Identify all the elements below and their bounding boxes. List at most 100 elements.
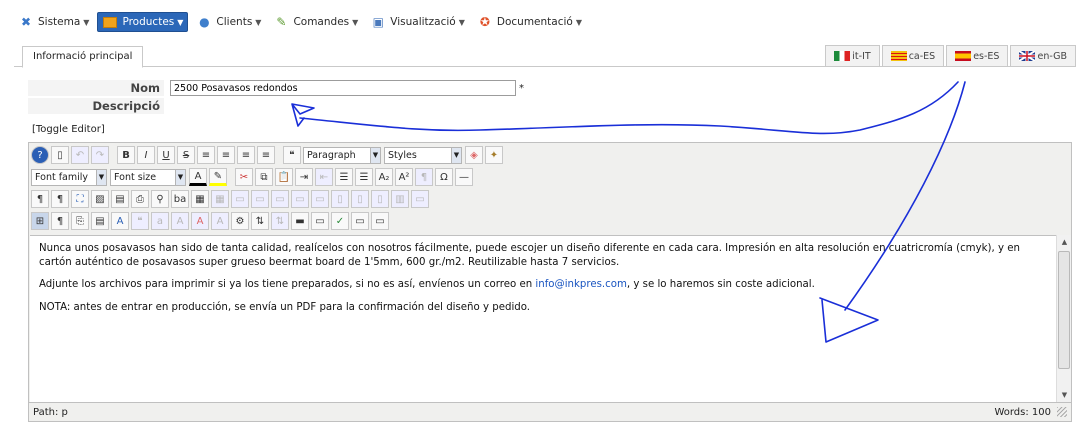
special-format-icon[interactable]: ¶ — [415, 168, 433, 186]
align-justify-icon[interactable]: ≡ — [257, 146, 275, 164]
editor-content[interactable]: Nunca unos posavasos han sido de tanta c… — [30, 235, 1056, 402]
merge-cells-icon[interactable]: ▭ — [411, 190, 429, 208]
toolbar-row-4: ⊞ ¶ ⎘ ▤ A ❝ a A A A ⚙ ⇅ ⇅ ▬ ▭ ✓ ▭ ▭ — [31, 211, 391, 231]
menu-clients[interactable]: ● Clients ▼ — [192, 13, 265, 31]
lifebuoy-icon: ✪ — [479, 15, 490, 29]
tab-lang-es[interactable]: es-ES — [946, 45, 1009, 67]
scroll-up-icon[interactable]: ▲ — [1057, 235, 1072, 249]
indent-icon[interactable]: ⇥ — [295, 168, 313, 186]
font-size-select[interactable]: Font size ▼ — [110, 168, 186, 186]
show-blocks-icon[interactable]: ¶ — [51, 212, 69, 230]
template-icon[interactable]: ▤ — [111, 190, 129, 208]
undo-icon[interactable]: ↶ — [71, 146, 89, 164]
styles-select[interactable]: Styles ▼ — [384, 146, 462, 164]
insert-table-icon[interactable]: ▦ — [191, 190, 209, 208]
attribs-icon[interactable]: ⚙ — [231, 212, 249, 230]
menu-visualitzacio[interactable]: ▣ Visualització ▼ — [366, 13, 469, 31]
align-left-icon[interactable]: ≡ — [197, 146, 215, 164]
ins-icon[interactable]: A — [211, 212, 229, 230]
acronym-icon[interactable]: A — [171, 212, 189, 230]
menu-comandes[interactable]: ✎ Comandes ▼ — [269, 13, 362, 31]
row-before-icon[interactable]: ▭ — [271, 190, 289, 208]
folder-icon — [102, 15, 118, 29]
help-icon[interactable]: ? — [31, 146, 49, 164]
tab-lang-it[interactable]: it-IT — [825, 45, 880, 67]
toggle-editor-link[interactable]: [Toggle Editor] — [32, 124, 105, 135]
move-forward-icon[interactable]: ⇅ — [251, 212, 269, 230]
format-select[interactable]: Paragraph ▼ — [303, 146, 381, 164]
tab-lang-ca[interactable]: ca-ES — [881, 45, 945, 67]
highlight-color-icon[interactable]: ✎ — [209, 168, 227, 186]
email-link[interactable]: info@inkpres.com — [535, 279, 626, 290]
table-props-icon[interactable]: ▦ — [211, 190, 229, 208]
styleprops-icon[interactable]: A — [111, 212, 129, 230]
media-icon[interactable]: ▭ — [311, 212, 329, 230]
print-icon[interactable]: ⎙ — [131, 190, 149, 208]
fullscreen-icon[interactable]: ⛶ — [71, 190, 89, 208]
cut-icon[interactable]: ✂ — [235, 168, 253, 186]
annotation-arrowhead — [291, 103, 315, 127]
scroll-down-icon[interactable]: ▼ — [1057, 388, 1072, 402]
strikethrough-icon[interactable]: S — [177, 146, 195, 164]
blockquote-icon[interactable]: ❝ — [283, 146, 301, 164]
menu-productes[interactable]: Productes ▼ — [97, 12, 189, 32]
font-family-select[interactable]: Font family ▼ — [31, 168, 107, 186]
copy-icon[interactable]: ⧉ — [255, 168, 273, 186]
new-document-icon[interactable]: ▯ — [51, 146, 69, 164]
unordered-list-icon[interactable]: ☰ — [355, 168, 373, 186]
ltr-icon[interactable]: ¶ — [31, 190, 49, 208]
absolute-icon[interactable]: ▬ — [291, 212, 309, 230]
align-right-icon[interactable]: ≡ — [237, 146, 255, 164]
menu-documentacio[interactable]: ✪ Documentació ▼ — [473, 13, 586, 31]
align-center-icon[interactable]: ≡ — [217, 146, 235, 164]
abbr-icon[interactable]: a — [151, 212, 169, 230]
bold-icon[interactable]: B — [117, 146, 135, 164]
visual-aid-icon[interactable]: ⊞ — [31, 212, 49, 230]
paste-icon[interactable]: 📋 — [275, 168, 293, 186]
readmore-icon[interactable]: ▭ — [371, 212, 389, 230]
col-after-icon[interactable]: ▯ — [351, 190, 369, 208]
name-input[interactable] — [170, 80, 516, 96]
row-props-icon[interactable]: ▭ — [231, 190, 249, 208]
eraser-icon[interactable]: ◈ — [465, 146, 483, 164]
menu-sistema[interactable]: ✖ Sistema ▼ — [14, 13, 93, 31]
delete-row-icon[interactable]: ▭ — [311, 190, 329, 208]
move-backward-icon[interactable]: ⇅ — [271, 212, 289, 230]
monitor-icon: ▣ — [372, 15, 384, 29]
horizontal-rule-icon[interactable]: — — [455, 168, 473, 186]
search-icon[interactable]: ⚲ — [151, 190, 169, 208]
italic-icon[interactable]: I — [137, 146, 155, 164]
tab-lang-en[interactable]: en-GB — [1010, 45, 1076, 67]
scroll-thumb[interactable] — [1058, 251, 1070, 369]
resize-grip-icon[interactable] — [1057, 407, 1067, 417]
tab-informacio-principal[interactable]: Informació principal — [22, 46, 144, 68]
ordered-list-icon[interactable]: ☰ — [335, 168, 353, 186]
format-select-value: Paragraph — [307, 149, 356, 161]
preview-icon[interactable]: ⎘ — [71, 212, 89, 230]
cell-props-icon[interactable]: ▭ — [251, 190, 269, 208]
row-after-icon[interactable]: ▭ — [291, 190, 309, 208]
subscript-icon[interactable]: A₂ — [375, 168, 393, 186]
cite-icon[interactable]: ❝ — [131, 212, 149, 230]
statusbar-right: Words: 100 — [994, 407, 1067, 418]
element-path[interactable]: Path: p — [33, 407, 68, 418]
col-before-icon[interactable]: ▯ — [331, 190, 349, 208]
pagebreak-icon[interactable]: ▭ — [351, 212, 369, 230]
paragraph: NOTA: antes de entrar en producción, se … — [39, 301, 531, 313]
superscript-icon[interactable]: A² — [395, 168, 413, 186]
underline-icon[interactable]: U — [157, 146, 175, 164]
replace-icon[interactable]: ba — [171, 190, 189, 208]
editor-scrollbar[interactable]: ▲ ▼ — [1056, 235, 1071, 402]
insert-layer-icon[interactable]: ▤ — [91, 212, 109, 230]
delete-col-icon[interactable]: ▯ — [371, 190, 389, 208]
special-char-icon[interactable]: Ω — [435, 168, 453, 186]
redo-icon[interactable]: ↷ — [91, 146, 109, 164]
outdent-icon[interactable]: ⇤ — [315, 168, 333, 186]
insert-image-icon[interactable]: ▨ — [91, 190, 109, 208]
spellcheck-icon[interactable]: ✓ — [331, 212, 349, 230]
rtl-icon[interactable]: ¶ — [51, 190, 69, 208]
cleanup-broom-icon[interactable]: ✦ — [485, 146, 503, 164]
text-color-icon[interactable]: A — [189, 168, 207, 186]
del-icon[interactable]: A — [191, 212, 209, 230]
split-cells-icon[interactable]: ▥ — [391, 190, 409, 208]
